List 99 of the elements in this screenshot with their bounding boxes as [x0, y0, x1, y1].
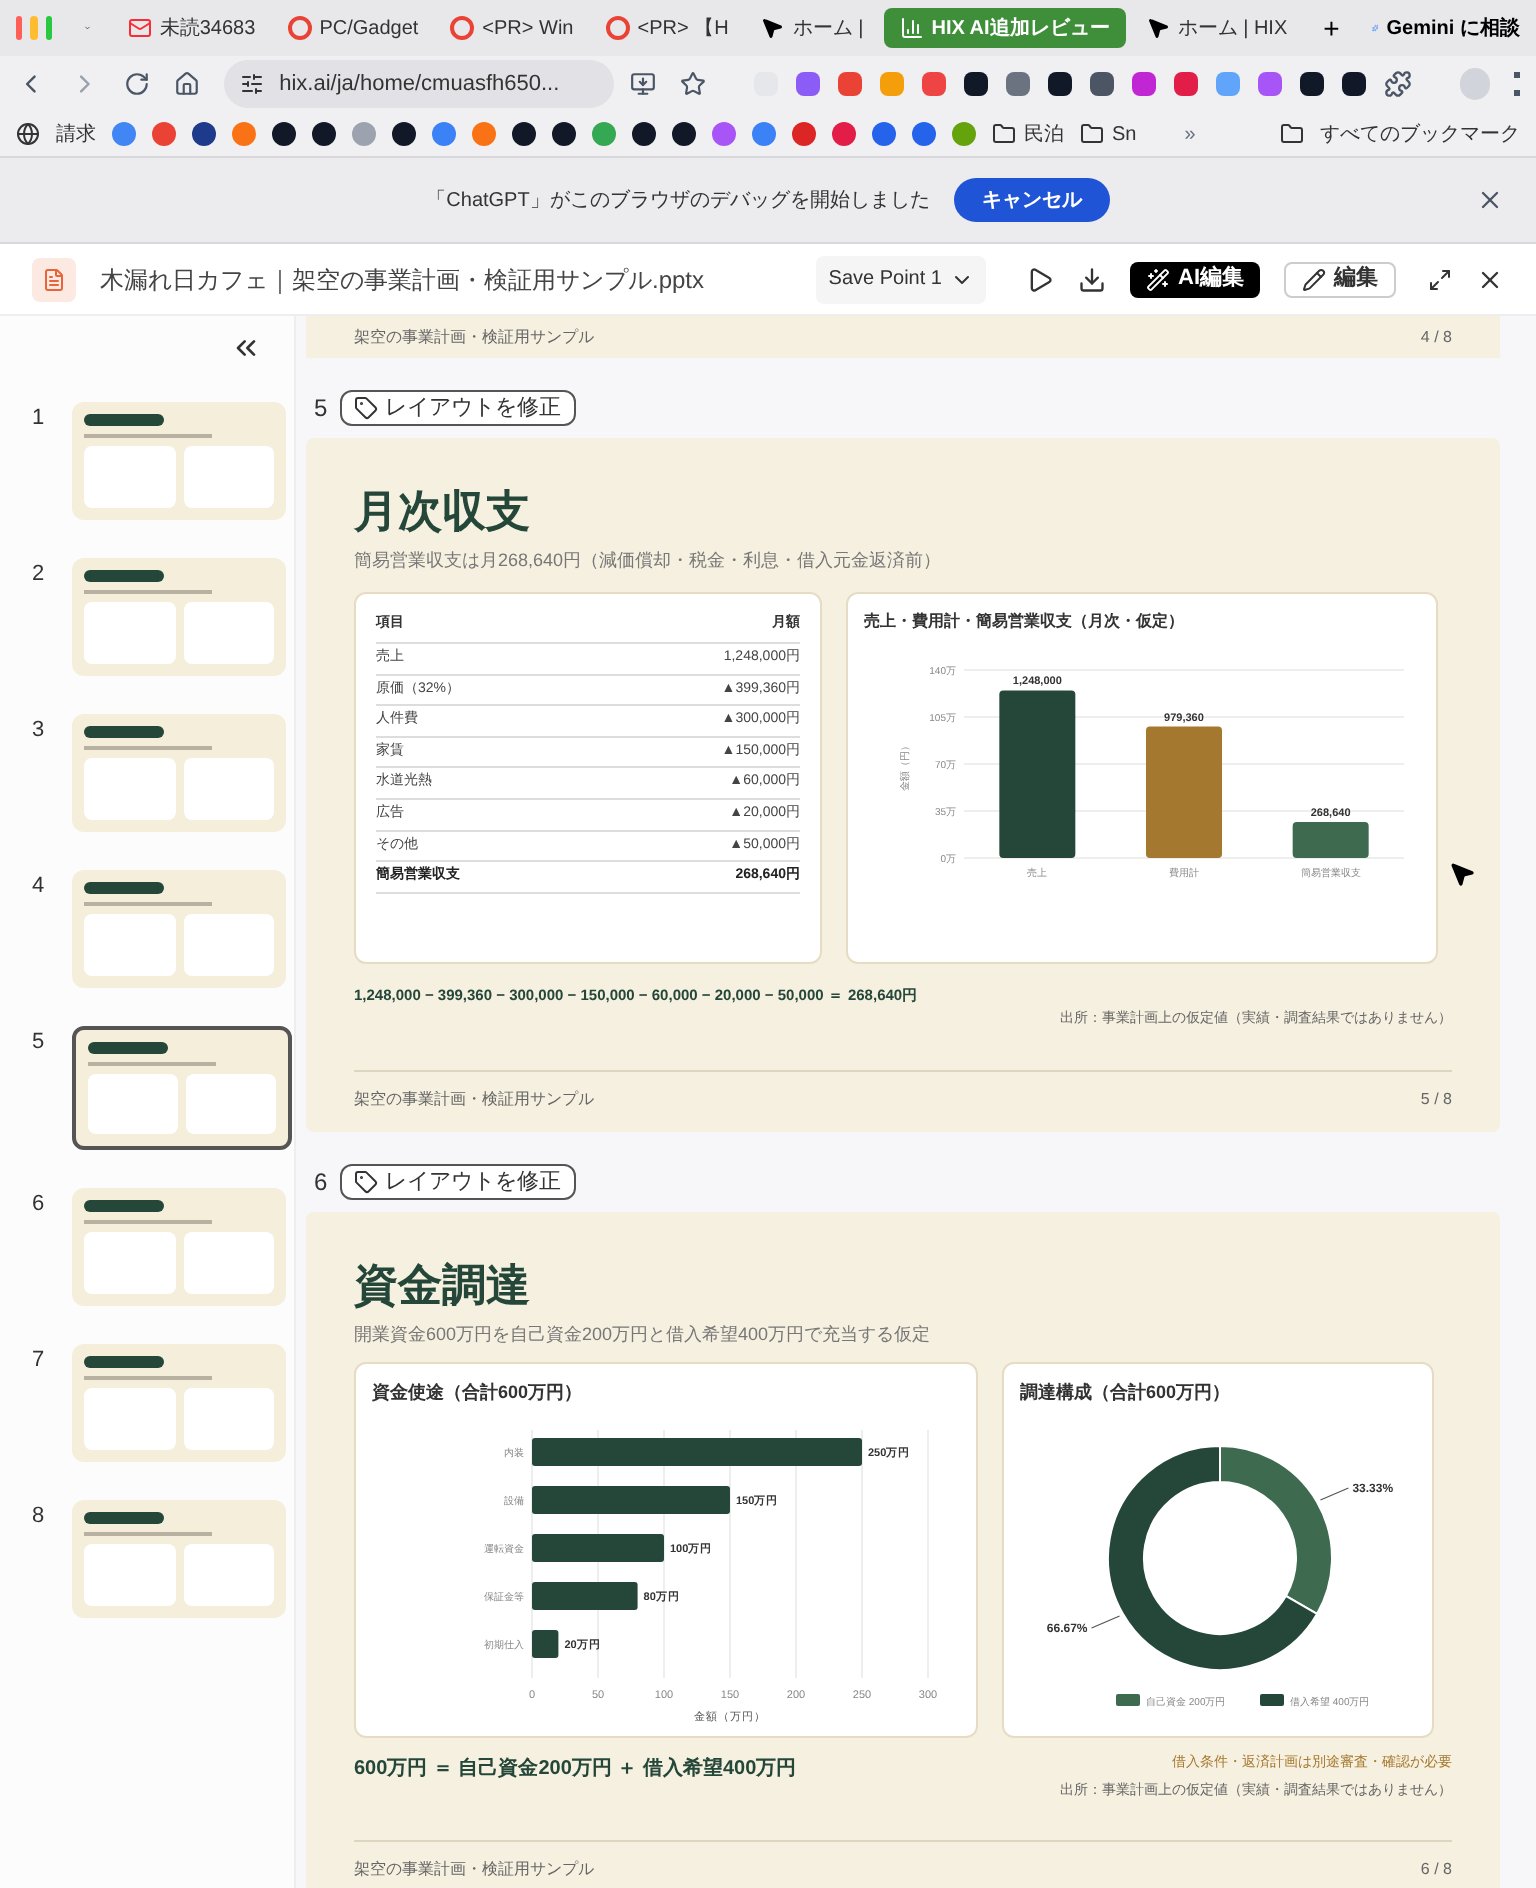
folder-icon: [1080, 122, 1104, 146]
slide-subtitle: 簡易営業収支は月268,640円（減価償却・税金・利息・借入元金返済前）: [354, 548, 944, 574]
slide-number: 6: [314, 1166, 328, 1199]
chart-icon: [899, 16, 924, 40]
extension-icon[interactable]: [1300, 72, 1325, 96]
new-tab-button[interactable]: +: [1307, 8, 1356, 48]
magic-wand-icon: [1146, 267, 1170, 291]
download-icon[interactable]: [1078, 265, 1106, 293]
install-icon[interactable]: [630, 70, 657, 98]
chart-title: 売上・費用計・簡易営業収支（月次・仮定）: [864, 609, 1186, 633]
bookmark-star-icon[interactable]: [680, 70, 707, 98]
file-name: 木漏れ日カフェ｜架空の事業計画・検証用サンプル.pptx: [100, 263, 705, 297]
slide-footer-text: 架空の事業計画・検証用サンプル: [354, 1857, 594, 1882]
slide-footer-text: 架空の事業計画・検証用サンプル: [354, 326, 594, 350]
bookmark-icon[interactable]: [512, 122, 536, 146]
save-point-dropdown[interactable]: Save Point 1: [816, 255, 986, 303]
bookmark-icon[interactable]: [392, 122, 416, 146]
mail-icon: [127, 16, 152, 40]
slide-number: 6: [32, 1190, 47, 1220]
bookmark-icon[interactable]: [312, 122, 336, 146]
slide-number: 1: [32, 404, 47, 434]
slide-thumbnail[interactable]: [72, 558, 286, 676]
close-icon[interactable]: [1476, 186, 1504, 214]
extension-icon[interactable]: [964, 72, 989, 96]
pencil-icon: [1302, 267, 1326, 291]
file-icon: [32, 257, 76, 301]
cursor-icon: [1145, 16, 1170, 40]
bookmark-icon[interactable]: [192, 122, 216, 146]
page-number: 6 / 8: [1420, 1857, 1452, 1882]
ai-edit-button[interactable]: AI編集: [1130, 261, 1260, 297]
slide-number: 2: [32, 560, 47, 590]
slide-title: 資金調達: [354, 1258, 532, 1315]
address-bar[interactable]: hix.ai/ja/home/cmuasfh650...: [223, 60, 615, 108]
extension-icon[interactable]: [1090, 72, 1115, 96]
extension-icon[interactable]: [1048, 72, 1073, 96]
slide-subtitle: 開業資金600万円を自己資金200万円と借入希望400万円で充当する仮定: [354, 1322, 933, 1349]
ring-logo-icon: [450, 16, 475, 40]
bookmark-link[interactable]: 請求: [56, 119, 96, 149]
extensions-icon[interactable]: [1384, 70, 1413, 98]
slide-thumbnail[interactable]: [72, 1188, 286, 1306]
slide-title: 月次収支: [354, 484, 532, 540]
slide-number: 3: [32, 716, 47, 746]
expand-icon[interactable]: [1428, 267, 1452, 291]
slide-number: 5: [32, 1028, 47, 1058]
tag-icon: [353, 396, 378, 420]
more-menu-icon[interactable]: [1514, 72, 1521, 96]
edit-button[interactable]: 編集: [1284, 261, 1396, 297]
folder-icon: [992, 122, 1016, 146]
mouse-cursor-icon: [1448, 860, 1476, 888]
bookmark-icon[interactable]: [272, 122, 296, 146]
slide-number: 5: [314, 392, 328, 424]
browser-tab[interactable]: HIX AI追加レビュー: [883, 8, 1126, 48]
leader-line: [1090, 1615, 1121, 1630]
tag-icon: [353, 1170, 378, 1195]
bookmark-folder[interactable]: 民泊: [1024, 119, 1064, 149]
slide-thumbnail[interactable]: [72, 870, 286, 988]
slide-number: 8: [32, 1502, 47, 1532]
home-icon[interactable]: [173, 70, 200, 98]
browser-tab[interactable]: <PR> 【H: [593, 8, 741, 48]
ring-logo-icon: [605, 16, 630, 40]
bookmark-icon[interactable]: [632, 122, 656, 146]
browser-tab[interactable]: <PR> Win: [438, 8, 586, 48]
play-icon[interactable]: [1026, 265, 1054, 293]
slide-thumbnail[interactable]: [72, 402, 286, 520]
site-settings-icon[interactable]: [239, 72, 264, 96]
bookmark-icon[interactable]: [552, 122, 576, 146]
all-bookmarks-folder[interactable]: すべてのブックマーク: [1320, 119, 1520, 149]
slide-number: 4: [32, 872, 47, 902]
page-number: 4 / 8: [1420, 326, 1452, 350]
browser-tab[interactable]: ホーム | HIX: [1133, 8, 1300, 48]
chart-title: 調達構成（合計600万円）: [1020, 1379, 1233, 1406]
slide-number: 7: [32, 1346, 47, 1376]
ring-logo-icon: [287, 16, 312, 40]
gemini-button[interactable]: Gemini に相談: [1386, 13, 1520, 43]
slide-footer-text: 架空の事業計画・検証用サンプル: [354, 1088, 594, 1113]
fix-layout-button[interactable]: レイアウトを修正: [339, 1164, 576, 1201]
cursor-icon: [760, 16, 785, 40]
folder-icon: [1280, 122, 1304, 146]
browser-tab[interactable]: 未読34683: [115, 8, 268, 48]
url-text: hix.ai/ja/home/cmuasfh650...: [279, 69, 560, 100]
browser-tab[interactable]: ホーム |: [748, 8, 876, 48]
more-bookmarks-button[interactable]: »: [1184, 119, 1196, 149]
bookmark-folder[interactable]: Sn: [1112, 119, 1137, 149]
browser-tab[interactable]: PC/Gadget: [275, 8, 431, 48]
info-message: 「ChatGPT」がこのブラウザのデバッグを開始しました: [426, 187, 930, 215]
slide-thumbnail[interactable]: [72, 1344, 286, 1462]
cancel-button[interactable]: キャンセル: [953, 178, 1110, 222]
globe-icon: [16, 122, 40, 146]
formula-text: 600万円 ＝ 自己資金200万円 ＋ 借入希望400万円: [354, 1755, 797, 1784]
leader-line: [1319, 1487, 1350, 1502]
bookmark-icon[interactable]: [672, 122, 696, 146]
slide-thumbnail[interactable]: [72, 1026, 292, 1150]
slide-thumbnail[interactable]: [72, 714, 286, 832]
chart-title: 資金使途（合計600万円）: [372, 1379, 585, 1406]
slide-thumbnail[interactable]: [72, 1500, 286, 1618]
reload-icon[interactable]: [123, 70, 150, 98]
fix-layout-button[interactable]: レイアウトを修正: [339, 390, 576, 426]
extension-icon[interactable]: [1342, 72, 1367, 96]
page-number: 5 / 8: [1420, 1088, 1452, 1113]
